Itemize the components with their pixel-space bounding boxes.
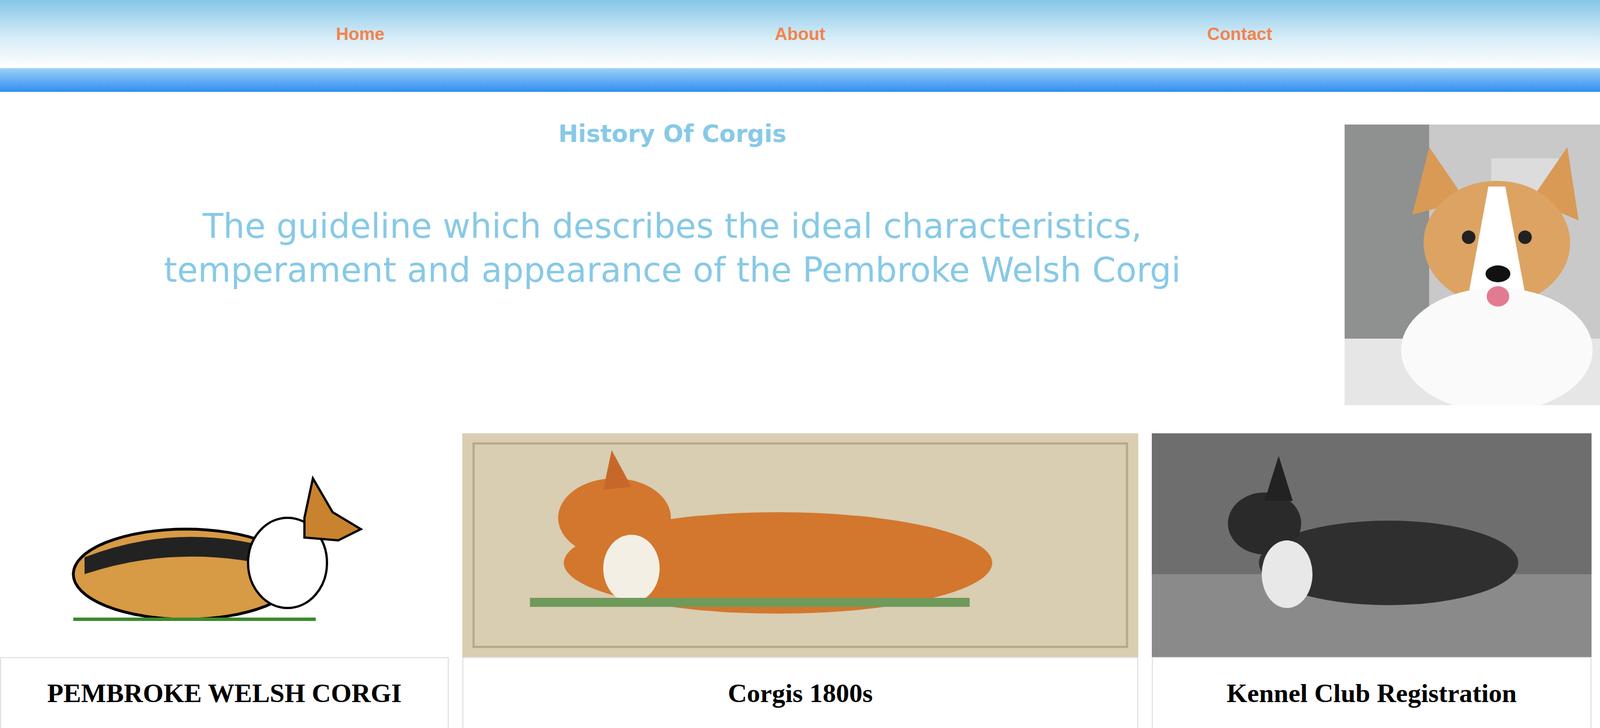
card-text: Corgis 1800s xyxy=(463,658,1138,728)
history-card: Corgis 1800s xyxy=(462,433,1139,728)
card-title: PEMBROKE WELSH CORGI xyxy=(1,677,448,710)
card-title: Corgis 1800s xyxy=(463,677,1138,710)
photo-image xyxy=(1151,433,1592,658)
nav-link[interactable]: Home xyxy=(140,0,581,69)
card-text-box[interactable]: Corgis 1800s xyxy=(462,657,1139,728)
card-text: PEMBROKE WELSH CORGI xyxy=(1,658,448,728)
page-heading: History Of Corgis xyxy=(0,118,1345,150)
history-cards: PEMBROKE WELSH CORGI Corgis 1800s Kennel C… xyxy=(0,433,1600,728)
card-text-box[interactable]: Kennel Club Registration xyxy=(1151,657,1592,728)
history-card: PEMBROKE WELSH CORGI xyxy=(0,433,449,728)
card-title: Kennel Club Registration xyxy=(1152,677,1591,710)
painting-image xyxy=(462,433,1139,658)
page-subheading: The guideline which describes the ideal … xyxy=(122,204,1223,293)
blue-strip xyxy=(0,68,1600,92)
top-navbar: HomeAboutContact xyxy=(0,0,1600,69)
card-text: Kennel Club Registration xyxy=(1152,658,1591,728)
hero: History Of Corgis The guideline which des… xyxy=(0,91,1600,434)
history-card: Kennel Club Registration xyxy=(1151,433,1592,728)
hero-text: History Of Corgis The guideline which des… xyxy=(0,91,1345,434)
nav-link[interactable]: Contact xyxy=(1019,0,1460,69)
card-text-box[interactable]: PEMBROKE WELSH CORGI xyxy=(0,657,449,728)
nav-links: HomeAboutContact xyxy=(140,0,1460,69)
nav-link[interactable]: About xyxy=(580,0,1020,69)
drawing-image xyxy=(0,433,449,658)
corgi-photo xyxy=(1344,124,1600,406)
